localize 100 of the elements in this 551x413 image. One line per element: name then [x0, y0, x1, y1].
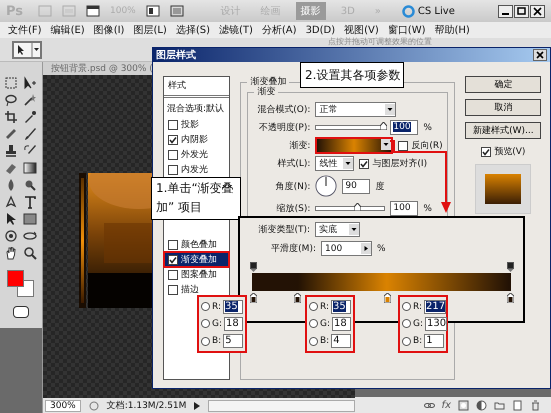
- dialog-button[interactable]: 确定: [465, 76, 542, 93]
- style-list-item[interactable]: 图案叠加: [164, 267, 230, 282]
- slider[interactable]: [315, 125, 386, 130]
- menu-item[interactable]: 编辑(E): [50, 23, 85, 37]
- close-icon[interactable]: [530, 4, 545, 18]
- checkbox[interactable]: [168, 254, 178, 264]
- zoom-icon[interactable]: [23, 246, 37, 260]
- checkbox[interactable]: [398, 140, 408, 150]
- settings-icon[interactable]: [88, 400, 99, 410]
- channel-field[interactable]: 4: [331, 334, 351, 348]
- radio-button[interactable]: [402, 319, 411, 328]
- style-list-item[interactable]: 描边: [164, 282, 230, 297]
- checkbox[interactable]: [168, 270, 178, 280]
- adjustment-icon[interactable]: [476, 400, 487, 410]
- opacity-stop-icon[interactable]: [250, 262, 257, 272]
- magnifier-icon[interactable]: [23, 178, 37, 192]
- angle-dial[interactable]: [315, 175, 338, 197]
- scale-field[interactable]: 100: [390, 201, 418, 216]
- arrange-icon[interactable]: [146, 5, 160, 17]
- rectangle-icon[interactable]: [23, 212, 37, 226]
- menu-item[interactable]: 图像(I): [94, 23, 124, 37]
- color-stop[interactable]: [294, 293, 302, 303]
- checkbox[interactable]: [168, 284, 178, 294]
- channel-field[interactable]: 18: [224, 316, 243, 331]
- dialog-button[interactable]: 取消: [465, 99, 542, 116]
- channel-field[interactable]: 18: [332, 316, 351, 331]
- eyedropper-icon[interactable]: [23, 110, 37, 124]
- channel-field[interactable]: 5: [223, 334, 243, 348]
- menu-item[interactable]: 选择(S): [176, 23, 210, 37]
- style-list-item[interactable]: 渐变叠加: [164, 252, 230, 267]
- tool-preset-picker[interactable]: [12, 40, 42, 58]
- checkbox[interactable]: [168, 240, 178, 250]
- menu-item[interactable]: 分析(A): [262, 23, 297, 37]
- maximize-icon[interactable]: [514, 4, 529, 18]
- menu-item[interactable]: 文件(F): [8, 23, 42, 37]
- style-list-item[interactable]: 外发光: [164, 147, 230, 162]
- style-list-item[interactable]: 投影: [164, 117, 230, 132]
- menu-item[interactable]: 视图(V): [344, 23, 379, 37]
- new-layer-icon[interactable]: [512, 400, 523, 410]
- style-list-item[interactable]: 混合选项:默认: [164, 98, 230, 117]
- folder-icon[interactable]: [494, 400, 505, 410]
- style-list-item[interactable]: 内阴影: [164, 132, 230, 147]
- channel-field[interactable]: 35: [331, 300, 351, 314]
- color-stop[interactable]: [384, 293, 391, 303]
- pen-icon[interactable]: [4, 195, 18, 209]
- radio-button[interactable]: [309, 302, 318, 312]
- checkbox[interactable]: [168, 134, 178, 144]
- layer-style-button[interactable]: fx: [442, 400, 451, 410]
- close-icon[interactable]: [533, 49, 547, 61]
- channel-field[interactable]: 1: [424, 334, 444, 348]
- radio-button[interactable]: [309, 319, 318, 328]
- checkbox[interactable]: [359, 158, 370, 168]
- brush-icon[interactable]: [23, 127, 37, 141]
- minimize-icon[interactable]: [498, 4, 513, 18]
- style-list-item[interactable]: 颜色叠加: [164, 237, 230, 252]
- horizontal-scrollbar[interactable]: [208, 400, 355, 412]
- lasso-icon[interactable]: [4, 93, 18, 107]
- type-icon[interactable]: [23, 195, 37, 209]
- gradient-type-dropdown[interactable]: 实底: [315, 222, 360, 237]
- hand-icon[interactable]: [4, 246, 18, 260]
- crop-icon[interactable]: [4, 110, 18, 124]
- dialog-button[interactable]: 新建样式(W)...: [465, 122, 542, 139]
- style-list-item[interactable]: 内发光: [164, 162, 230, 177]
- marquee-icon[interactable]: [4, 76, 18, 90]
- stamp-icon[interactable]: [4, 144, 18, 158]
- radio-button[interactable]: [309, 336, 318, 346]
- gradient-icon[interactable]: [23, 161, 37, 175]
- radio-button[interactable]: [402, 336, 411, 346]
- angle-field[interactable]: 90: [342, 178, 370, 194]
- radio-button[interactable]: [201, 336, 210, 346]
- slider-thumb[interactable]: [380, 122, 388, 130]
- smoothness-field[interactable]: 100: [321, 241, 372, 256]
- quick-mask-icon[interactable]: [13, 306, 29, 318]
- checkbox[interactable]: [481, 146, 492, 156]
- menu-item[interactable]: 滤镜(T): [218, 23, 253, 37]
- channel-field[interactable]: 217: [424, 300, 446, 314]
- mask-icon[interactable]: [458, 400, 469, 410]
- wand-icon[interactable]: [23, 93, 37, 107]
- cs-live-icon[interactable]: [402, 4, 415, 18]
- channel-field[interactable]: 35: [223, 300, 243, 314]
- radio-button[interactable]: [402, 302, 411, 312]
- screen-mode-icon[interactable]: [170, 5, 184, 17]
- color-stop[interactable]: [507, 293, 514, 303]
- gradient-bar[interactable]: [252, 273, 511, 291]
- menu-item[interactable]: 图层(L): [133, 23, 167, 37]
- radio-button[interactable]: [201, 302, 210, 312]
- slider[interactable]: [315, 206, 386, 211]
- color-swatches-drawing[interactable]: [7, 270, 35, 298]
- cs-live-menu[interactable]: CS Live: [418, 6, 455, 16]
- style-dropdown[interactable]: 线性: [315, 156, 354, 171]
- color-stop[interactable]: [250, 293, 257, 303]
- checkbox[interactable]: [168, 120, 178, 130]
- eraser-icon[interactable]: [4, 161, 18, 175]
- checkbox[interactable]: [168, 164, 178, 174]
- arrow-icon[interactable]: [4, 212, 18, 226]
- move-icon[interactable]: [23, 76, 37, 90]
- radio-button[interactable]: [201, 319, 210, 328]
- trash-icon[interactable]: [530, 400, 541, 410]
- menu-item[interactable]: 帮助(H): [434, 23, 470, 37]
- zoom-field[interactable]: 300%: [45, 400, 81, 412]
